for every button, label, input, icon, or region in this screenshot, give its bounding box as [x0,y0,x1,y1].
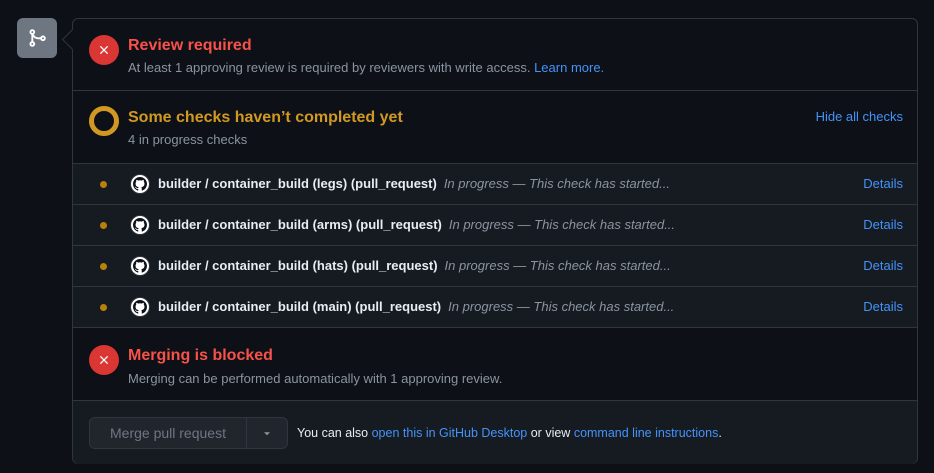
x-icon [89,35,119,65]
review-required-text: At least 1 approving review is required … [128,60,531,75]
check-row: builder / container_build (legs) (pull_r… [73,164,917,205]
pending-dot-icon [100,263,107,270]
check-details-link[interactable]: Details [863,258,903,273]
hide-all-checks-link[interactable]: Hide all checks [816,109,903,124]
learn-more-link[interactable]: Learn more. [534,60,604,75]
checks-section-header: Some checks haven’t completed yet 4 in p… [73,91,917,164]
merge-pull-request-button[interactable]: Merge pull request [90,418,247,448]
check-details-link[interactable]: Details [863,299,903,314]
review-required-subtitle: At least 1 approving review is required … [128,60,604,75]
check-status-text: In progress — This check has started... [448,217,676,232]
check-status-text: In progress — This check has started... [448,299,675,314]
open-in-desktop-link[interactable]: open this in GitHub Desktop [372,426,528,440]
merge-footer: Merge pull request You can also open thi… [73,401,917,464]
check-name-text: builder / container_build (main) (pull_r… [158,299,442,314]
triangle-down-icon [264,432,270,436]
footer-alternatives-text: You can also open this in GitHub Desktop… [297,426,722,440]
github-mark-icon [130,174,150,194]
check-name-text: builder / container_build (arms) (pull_r… [158,217,442,232]
merging-blocked-title: Merging is blocked [128,347,273,364]
check-status-text: In progress — This check has started... [443,176,670,191]
footer-text-prefix: You can also [297,426,369,440]
checks-title: Some checks haven’t completed yet [128,109,403,126]
review-required-title: Review required [128,37,252,54]
checks-subtitle: 4 in progress checks [128,132,248,147]
check-name: builder / container_build (legs) (pull_r… [158,176,670,191]
pending-dot-icon [100,222,107,229]
github-mark-icon [130,297,150,317]
check-name: builder / container_build (main) (pull_r… [158,299,674,314]
github-mark-icon [130,256,150,276]
check-name: builder / container_build (hats) (pull_r… [158,258,671,273]
check-row: builder / container_build (main) (pull_r… [73,287,917,328]
review-required-section: Review required At least 1 approving rev… [73,19,917,91]
pending-ring-icon [89,106,119,136]
pending-dot-icon [100,181,107,188]
check-details-link[interactable]: Details [863,217,903,232]
check-status-text: In progress — This check has started... [444,258,671,273]
x-icon [89,345,119,375]
pending-dot-icon [100,304,107,311]
github-mark-icon [130,215,150,235]
merge-button-group: Merge pull request [89,417,288,449]
check-row: builder / container_build (hats) (pull_r… [73,246,917,287]
merging-blocked-subtitle: Merging can be performed automatically w… [128,371,503,386]
footer-text-suffix: . [718,426,722,440]
check-name: builder / container_build (arms) (pull_r… [158,217,675,232]
merge-status-panel: Review required At least 1 approving rev… [72,18,918,464]
git-merge-icon [17,18,57,58]
footer-text-middle: or view [530,426,571,440]
check-details-link[interactable]: Details [863,176,903,191]
command-line-instructions-link[interactable]: command line instructions [574,426,719,440]
check-row: builder / container_build (arms) (pull_r… [73,205,917,246]
check-name-text: builder / container_build (hats) (pull_r… [158,258,438,273]
merge-method-dropdown[interactable] [247,418,287,448]
merging-blocked-section: Merging is blocked Merging can be perfor… [73,328,917,401]
check-name-text: builder / container_build (legs) (pull_r… [158,176,437,191]
